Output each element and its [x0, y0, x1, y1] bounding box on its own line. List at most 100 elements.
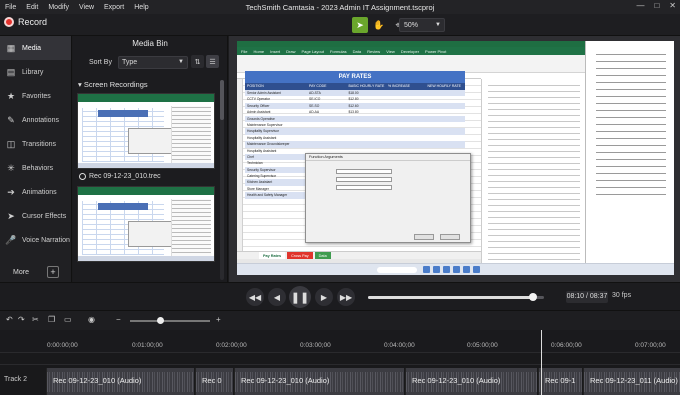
timeline-ruler[interactable]: 0:00:00;00 0:01:00;00 0:02:00;00 0:03:00…	[0, 330, 680, 352]
thumb-taskbar	[78, 163, 214, 168]
clip-label: Rec 09-12-23_010 (Audio)	[53, 376, 142, 385]
more-button[interactable]: More	[13, 269, 29, 276]
menu: File Edit Modify View Export Help	[0, 4, 149, 11]
tool-media[interactable]: ▦ Media	[0, 36, 71, 60]
dialog-field	[336, 169, 392, 174]
col-header: POSITION	[247, 84, 264, 88]
media-bin-scrollbar[interactable]	[220, 80, 224, 280]
list-view-icon[interactable]: ☰	[206, 55, 219, 68]
tool-cursor-effects[interactable]: ➤ Cursor Effects	[0, 204, 71, 228]
maximize-icon[interactable]: □	[654, 1, 659, 10]
excel-tab: Insert	[270, 48, 281, 54]
redo-icon[interactable]: ↷	[18, 315, 25, 324]
tool-library[interactable]: ▤ Library	[0, 60, 71, 84]
video-preview[interactable]: File Home Insert Draw Page Layout Formul…	[237, 41, 674, 275]
next-frame-icon[interactable]: ▶	[315, 288, 333, 306]
thumb-ribbon	[78, 94, 214, 102]
taskbar-app-icon	[443, 266, 450, 273]
zoom-slider-handle[interactable]	[157, 317, 164, 324]
excel-tab: Formulas	[329, 48, 347, 54]
excel-tab: File	[241, 48, 248, 54]
clip-label: Rec 0	[202, 376, 222, 385]
audio-clip[interactable]: Rec 09-12-23_010 (Audio)	[405, 368, 537, 395]
menu-export[interactable]: Export	[104, 4, 124, 11]
pan-tool-icon[interactable]: ✋	[371, 17, 387, 33]
sheet-tab: Pay Rates	[259, 252, 286, 259]
scrubber-handle[interactable]	[529, 293, 538, 301]
previous-frame-icon[interactable]: ◀	[268, 288, 286, 306]
menu-edit[interactable]: Edit	[26, 4, 38, 11]
taskbar-app-icon	[433, 266, 440, 273]
close-icon[interactable]: ✕	[669, 1, 676, 10]
thumb-document	[171, 199, 211, 257]
scrubber-progress	[368, 296, 534, 299]
audio-clip[interactable]: Rec 09-1	[538, 368, 582, 395]
pay-rates-title: PAY RATES	[245, 71, 465, 83]
media-icon: ▦	[6, 42, 16, 53]
audio-clip[interactable]: Rec 09-12-23_010 (Audio)	[46, 368, 194, 395]
scrollbar-thumb[interactable]	[220, 80, 224, 120]
menu-view[interactable]: View	[79, 4, 94, 11]
step-forward-icon[interactable]: ▶▶	[337, 288, 355, 306]
media-bin-title: Media Bin	[132, 39, 168, 48]
track-2[interactable]: Track 2 Rec 09-12-23_010 (Audio) Rec 0 R…	[0, 364, 680, 395]
media-thumbnail[interactable]	[77, 93, 215, 169]
audio-clip[interactable]: Rec 09-12-23_010 (Audio)	[234, 368, 404, 395]
screen-recordings-header[interactable]: ▾ Screen Recordings	[78, 80, 148, 89]
select-tool-icon[interactable]: ➤	[352, 17, 368, 33]
sort-order-icon[interactable]: ⇅	[191, 55, 204, 68]
tool-behaviors[interactable]: ✳ Behaviors	[0, 156, 71, 180]
paste-icon[interactable]: ▭	[64, 315, 72, 324]
add-icon[interactable]: +	[46, 266, 59, 278]
media-bin: Media Bin Sort By Type ▼ ⇅ ☰ ▾ Screen Re…	[73, 36, 228, 282]
tool-animations[interactable]: ➔ Animations	[0, 180, 71, 204]
taskbar-app-icon	[463, 266, 470, 273]
library-icon: ▤	[6, 66, 16, 77]
dialog-title: Function Arguments	[306, 154, 470, 161]
zoom-select[interactable]: 50% ▼	[399, 18, 445, 32]
fps-label: 30 fps	[612, 292, 632, 299]
tool-annotations[interactable]: ✎ Annotations	[0, 108, 71, 132]
menu-help[interactable]: Help	[134, 4, 148, 11]
menu-bar: File Edit Modify View Export Help TechSm…	[0, 0, 680, 14]
sheet-tab: Cross Pay	[287, 252, 313, 259]
audio-clip[interactable]: Rec 09-12-23_011 (Audio)	[583, 368, 680, 395]
zoom-out-icon[interactable]: −	[116, 315, 121, 324]
ruler-tick: 0:03:00;00	[300, 342, 331, 349]
camera-icon[interactable]: ◉	[88, 315, 95, 324]
sort-label: Sort By	[89, 59, 112, 66]
tool-transitions[interactable]: ◫ Transitions	[0, 132, 71, 156]
taskbar-app-icon	[473, 266, 480, 273]
dialog-field	[336, 185, 392, 190]
dialog-ok-button	[414, 234, 434, 240]
ruler-tick: 0:00:00;00	[47, 342, 78, 349]
tool-voice-narration-label: Voice Narration	[22, 236, 70, 244]
media-thumbnail[interactable]	[77, 186, 215, 262]
zoom-value: 50%	[404, 22, 419, 29]
record-button[interactable]: Record	[4, 17, 47, 27]
copy-icon[interactable]: ❐	[48, 315, 55, 324]
zoom-in-icon[interactable]: +	[216, 315, 221, 324]
taskbar-app-icon	[453, 266, 460, 273]
minimize-icon[interactable]: —	[636, 1, 644, 10]
play-pause-icon[interactable]: ❚❚	[289, 286, 311, 308]
tool-voice-narration[interactable]: 🎤 Voice Narration	[0, 228, 71, 252]
menu-modify[interactable]: Modify	[48, 4, 69, 11]
dialog-field	[336, 177, 392, 182]
clip-label: Rec 09-12-23_010 (Audio)	[241, 376, 330, 385]
cut-icon[interactable]: ✂	[32, 315, 39, 324]
sort-select[interactable]: Type ▼	[117, 56, 188, 69]
star-icon: ★	[6, 90, 16, 101]
step-back-icon[interactable]: ◀◀	[246, 288, 264, 306]
playhead[interactable]	[541, 330, 542, 395]
audio-clip[interactable]: Rec 0	[195, 368, 233, 395]
chevron-down-icon: ▼	[435, 22, 441, 28]
clip-label[interactable]: Rec 09-12-23_010.trec	[79, 173, 161, 180]
menu-file[interactable]: File	[5, 4, 16, 11]
undo-icon[interactable]: ↶	[6, 315, 13, 324]
track-empty[interactable]	[0, 352, 680, 364]
scrubber[interactable]	[368, 293, 544, 301]
timeline-zoom-slider[interactable]	[130, 317, 210, 324]
tool-favorites[interactable]: ★ Favorites	[0, 84, 71, 108]
tool-annotations-label: Annotations	[22, 116, 59, 124]
